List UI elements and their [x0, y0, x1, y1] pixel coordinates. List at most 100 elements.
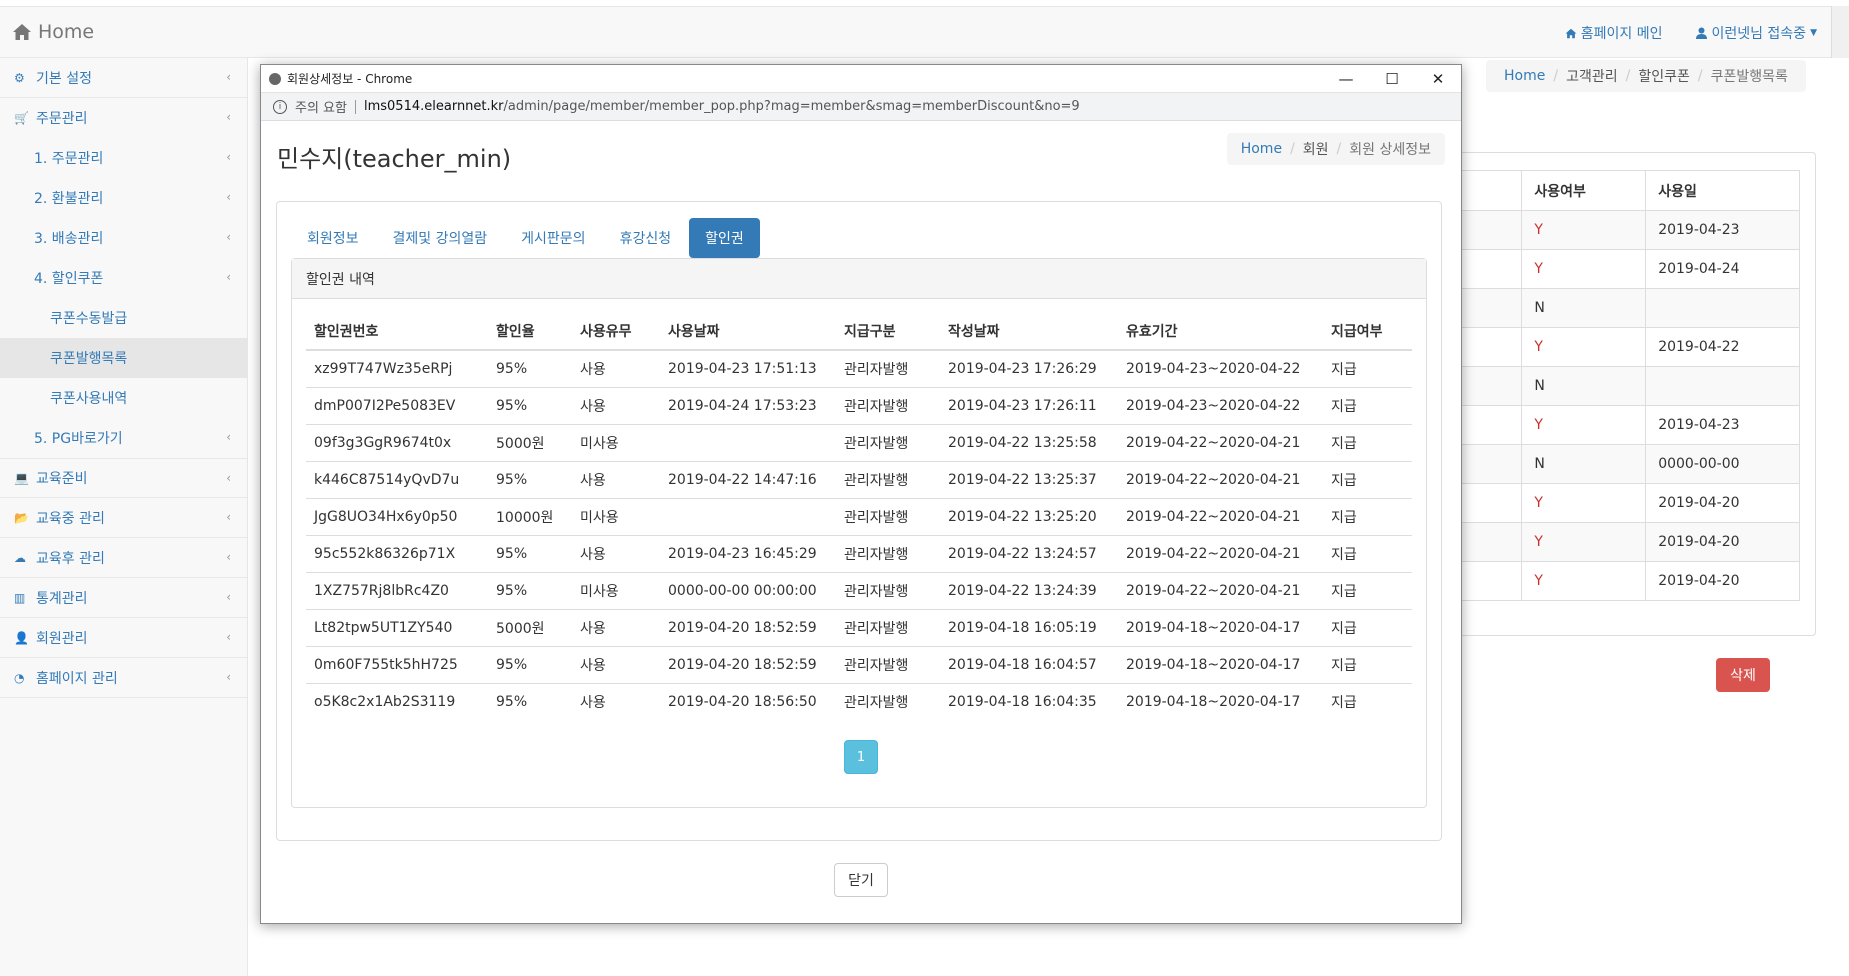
pagination-page-1[interactable]: 1: [844, 740, 878, 774]
chevron-left-icon: ‹: [226, 471, 231, 485]
created-date: 2019-04-22 13:24:57: [940, 535, 1118, 573]
sidebar-item-statistics[interactable]: ▥ 통계관리 ‹: [0, 578, 247, 618]
user-menu-dropdown[interactable]: 이런넷님 접속중 ▼: [1696, 23, 1817, 43]
sidebar-item-order-management[interactable]: 🛒 주문관리 ‹: [0, 98, 247, 138]
info-icon[interactable]: i: [273, 99, 287, 114]
used-date: 2019-04-22 14:47:16: [660, 461, 836, 499]
table-cell: [1460, 444, 1523, 484]
table-row: o5K8c2x1Ab2S3119 95% 사용 2019-04-20 18:56:50…: [306, 683, 1412, 720]
tab-coupons[interactable]: 할인권: [689, 218, 760, 258]
sidebar-item-label: 회원관리: [36, 630, 88, 647]
coupon-code: 95c552k86326p71X: [306, 535, 488, 573]
minimize-icon[interactable]: —: [1323, 65, 1369, 93]
tab-leave-request[interactable]: 휴강신청: [604, 218, 688, 258]
discount-rate: 95%: [488, 572, 572, 610]
breadcrumb-separator: /: [1336, 141, 1342, 157]
maximize-icon[interactable]: ☐: [1369, 65, 1415, 93]
tab-member-info[interactable]: 회원정보: [291, 218, 375, 258]
sidebar-item-label: 쿠폰사용내역: [50, 391, 128, 407]
sidebar-item-education-prep[interactable]: 💻 교육준비 ‹: [0, 458, 247, 498]
usage-status: 사용: [572, 350, 660, 388]
breadcrumb-home[interactable]: Home: [1504, 68, 1545, 84]
valid-period: 2019-04-22~2020-04-21: [1118, 572, 1323, 610]
issue-type: 관리자발행: [836, 646, 940, 684]
breadcrumb-coupon: 할인쿠폰: [1638, 69, 1690, 85]
table-header: 할인권번호: [306, 313, 488, 351]
table-header: [1460, 170, 1523, 211]
breadcrumb: Home / 회원 / 회원 상세정보: [1226, 133, 1445, 165]
chevron-left-icon: ‹: [226, 550, 231, 564]
sidebar-item-education-after[interactable]: ☁ 교육후 관리 ‹: [0, 538, 247, 578]
brand-home-link[interactable]: Home: [12, 21, 94, 43]
table-header: 사용여부: [1521, 170, 1647, 211]
sidebar-item-coupon-manual-issue[interactable]: 쿠폰수동발급: [0, 298, 247, 338]
usage-status: 미사용: [572, 498, 660, 536]
chevron-left-icon: ‹: [226, 70, 231, 84]
delete-button[interactable]: 삭제: [1716, 658, 1770, 692]
table-header: 사용유무: [572, 313, 660, 351]
sidebar-item-discount-coupon[interactable]: 4. 할인쿠폰 ‹: [0, 258, 247, 298]
chevron-down-icon: ‹: [226, 110, 231, 124]
folder-open-icon: 📂: [14, 510, 29, 525]
tab-payment-lectures[interactable]: 결제및 강의열람: [377, 218, 504, 258]
valid-period: 2019-04-23~2020-04-22: [1118, 350, 1323, 388]
tab-bar: 회원정보 결제및 강의열람 게시판문의 휴강신청 할인권: [291, 218, 760, 258]
table-header: 작성날짜: [940, 313, 1118, 351]
chevron-down-icon: ‹: [226, 270, 231, 284]
issued-status: 지급: [1323, 609, 1412, 647]
table-row: 1XZ757Rj8lbRc4Z0 95% 미사용 0000-00-00 00:00:0…: [306, 572, 1412, 610]
table-cell: 2019-04-23: [1645, 405, 1800, 445]
sidebar-item-coupon-usage[interactable]: 쿠폰사용내역: [0, 378, 247, 418]
home-icon: [13, 24, 31, 40]
page-scrollbar[interactable]: [1831, 6, 1849, 58]
caret-down-icon: ▼: [1810, 28, 1817, 38]
chevron-left-icon: ‹: [226, 510, 231, 524]
sidebar-item-order[interactable]: 1. 주문관리 ‹: [0, 138, 247, 178]
breadcrumb-separator: /: [1625, 68, 1631, 84]
sidebar-item-basic-settings[interactable]: ⚙ 기본 설정 ‹: [0, 58, 247, 98]
table-cell: N: [1521, 288, 1647, 328]
valid-period: 2019-04-22~2020-04-21: [1118, 424, 1323, 462]
created-date: 2019-04-23 17:26:11: [940, 387, 1118, 425]
sidebar-item-label: 주문관리: [36, 111, 88, 127]
table-cell: 2019-04-23: [1645, 210, 1800, 250]
breadcrumb-home[interactable]: Home: [1241, 141, 1282, 157]
coupon-code: dmP007I2Pe5083EV: [306, 387, 488, 425]
tab-board-inquiries[interactable]: 게시판문의: [505, 218, 601, 258]
close-icon[interactable]: ✕: [1415, 65, 1461, 93]
sidebar-item-label: 교육중 관리: [36, 510, 105, 527]
sidebar-item-coupon-issue-list[interactable]: 쿠폰발행목록: [0, 338, 247, 378]
table-header: 할인율: [488, 313, 572, 351]
sidebar-item-label: 1. 주문관리: [34, 151, 104, 167]
table-cell: Y: [1521, 249, 1647, 289]
sidebar-item-label: 홈페이지 관리: [36, 670, 118, 687]
chevron-left-icon: ‹: [226, 630, 231, 644]
sidebar-item-label: 쿠폰발행목록: [50, 351, 128, 367]
coupon-table: 할인권번호 할인율 사용유무 사용날짜 지급구분 작성날짜 유효기간 지급여부 …: [306, 313, 1412, 720]
issued-status: 지급: [1323, 572, 1412, 610]
sidebar-item-pg-shortcut[interactable]: 5. PG바로가기 ‹: [0, 418, 247, 458]
window-titlebar[interactable]: 회원상세정보 - Chrome — ☐ ✕: [261, 65, 1461, 93]
window-title: 회원상세정보 - Chrome: [287, 72, 413, 86]
homepage-main-label: 홈페이지 메인: [1580, 26, 1663, 42]
bar-chart-icon: ▥: [14, 590, 26, 605]
homepage-main-link[interactable]: 홈페이지 메인: [1565, 23, 1663, 43]
sidebar-item-education-ongoing[interactable]: 📂 교육중 관리 ‹: [0, 498, 247, 538]
cloud-upload-icon: ☁: [14, 550, 26, 565]
sidebar-item-refund[interactable]: 2. 환불관리 ‹: [0, 178, 247, 218]
table-cell: [1460, 288, 1523, 328]
coupon-list-table: 사용여부 사용일 Y 2019-04-23 Y 2019-04-24 N Y 2019…: [1460, 170, 1800, 601]
sidebar-item-members[interactable]: 👤 회원관리 ‹: [0, 618, 247, 658]
issued-status: 지급: [1323, 424, 1412, 462]
sidebar-item-label: 3. 배송관리: [34, 231, 104, 247]
sidebar-item-delivery[interactable]: 3. 배송관리 ‹: [0, 218, 247, 258]
address-bar[interactable]: i 주의 요함 lms0514.elearnnet.kr/admin/page/…: [261, 93, 1461, 121]
sidebar-item-homepage[interactable]: ◔ 홈페이지 관리 ‹: [0, 658, 247, 698]
issue-type: 관리자발행: [836, 535, 940, 573]
table-header: 지급여부: [1323, 313, 1412, 351]
table-cell: 2019-04-22: [1645, 327, 1800, 367]
close-button[interactable]: 닫기: [834, 863, 888, 897]
coupon-history-panel: 할인권 내역 할인권번호 할인율 사용유무 사용날짜 지급구분 작성날짜 유효기…: [291, 258, 1427, 808]
table-cell: Y: [1521, 210, 1647, 250]
breadcrumb: Home / 고객관리 / 할인쿠폰 / 쿠폰발행목록: [1486, 60, 1806, 92]
